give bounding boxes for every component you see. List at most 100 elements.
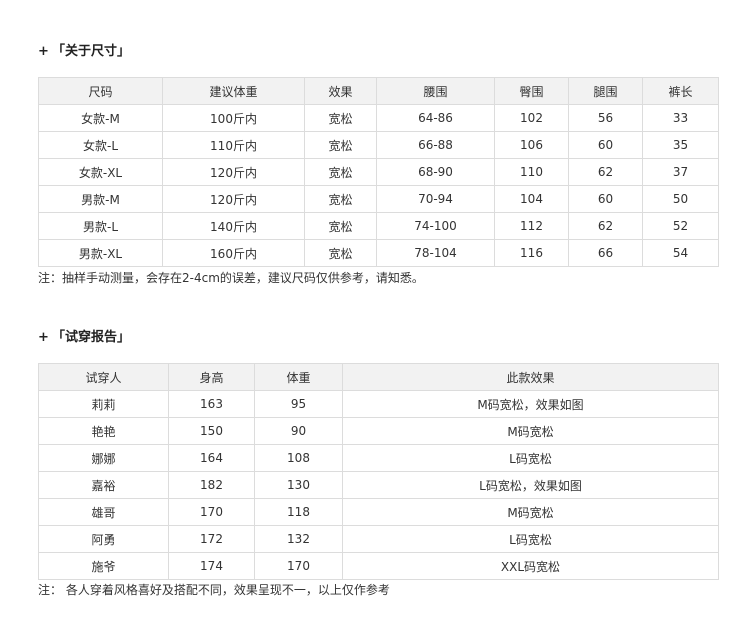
trial-table-cell: 170	[168, 498, 255, 526]
size-table-cell: 女款-L	[38, 131, 163, 159]
table-row: 男款-L 140斤内 宽松 74-100 112 62 52	[38, 212, 719, 240]
size-table-cell: 33	[642, 104, 719, 132]
size-table-cell: 35	[642, 131, 719, 159]
size-table: 尺码 建议体重 效果 腰围 臀围 腿围 裤长 女款-M 100斤内 宽松 64-86 102 56 33…	[38, 77, 719, 267]
trial-table-cell: 嘉裕	[38, 471, 169, 499]
trial-table-cell: 108	[254, 444, 343, 472]
size-table-cell: 宽松	[304, 212, 377, 240]
trial-table-cell: 施爷	[38, 552, 169, 580]
size-table-header-cell: 腿围	[568, 77, 643, 105]
trial-table-cell: L码宽松，效果如图	[342, 471, 719, 499]
size-table-cell: 160斤内	[162, 239, 305, 267]
size-table-cell: 37	[642, 158, 719, 186]
size-table-cell: 100斤内	[162, 104, 305, 132]
size-table-header-cell: 臀围	[494, 77, 569, 105]
size-table-cell: 宽松	[304, 239, 377, 267]
trial-table-cell: 150	[168, 417, 255, 445]
size-table-cell: 110	[494, 158, 569, 186]
trial-table-header-cell: 此款效果	[342, 363, 719, 391]
trial-table-header-row: 试穿人 身高 体重 此款效果	[38, 363, 719, 391]
trial-table-cell: 172	[168, 525, 255, 553]
size-table-cell: 宽松	[304, 131, 377, 159]
size-table-cell: 62	[568, 212, 643, 240]
size-table-header-cell: 效果	[304, 77, 377, 105]
size-table-cell: 男款-XL	[38, 239, 163, 267]
trial-table-header-cell: 身高	[168, 363, 255, 391]
size-section-title-text: 「关于尺寸」	[52, 44, 131, 59]
size-table-cell: 116	[494, 239, 569, 267]
size-table-cell: 52	[642, 212, 719, 240]
size-table-cell: 男款-L	[38, 212, 163, 240]
trial-table-header-cell: 试穿人	[38, 363, 169, 391]
trial-table-cell: 132	[254, 525, 343, 553]
size-table-cell: 女款-M	[38, 104, 163, 132]
size-table-cell: 男款-M	[38, 185, 163, 213]
trial-section-title: + 「试穿报告」	[38, 330, 130, 346]
trial-table-cell: 174	[168, 552, 255, 580]
trial-table-cell: M码宽松，效果如图	[342, 390, 719, 418]
size-table-cell: 102	[494, 104, 569, 132]
trial-table-cell: L码宽松	[342, 444, 719, 472]
size-table-header-cell: 建议体重	[162, 77, 305, 105]
trial-table-header-cell: 体重	[254, 363, 343, 391]
size-table-cell: 66-88	[376, 131, 495, 159]
size-table-cell: 120斤内	[162, 158, 305, 186]
trial-section-title-text: 「试穿报告」	[52, 330, 131, 345]
trial-table-cell: 阿勇	[38, 525, 169, 553]
size-section-title: + 「关于尺寸」	[38, 44, 130, 60]
size-table-cell: 62	[568, 158, 643, 186]
table-row: 男款-XL 160斤内 宽松 78-104 116 66 54	[38, 239, 719, 267]
trial-table-cell: 90	[254, 417, 343, 445]
table-row: 雄哥 170 118 M码宽松	[38, 498, 719, 526]
size-note: 注：抽样手动测量，会存在2-4cm的误差，建议尺码仅供参考，请知悉。	[38, 271, 424, 285]
size-table-cell: 54	[642, 239, 719, 267]
size-table-cell: 女款-XL	[38, 158, 163, 186]
trial-note: 注： 各人穿着风格喜好及搭配不同，效果呈现不一，以上仅作参考	[38, 583, 390, 597]
trial-table-cell: L码宽松	[342, 525, 719, 553]
size-table-cell: 宽松	[304, 185, 377, 213]
plus-icon: +	[38, 330, 49, 345]
table-row: 莉莉 163 95 M码宽松，效果如图	[38, 390, 719, 418]
trial-table-cell: 娜娜	[38, 444, 169, 472]
size-table-cell: 66	[568, 239, 643, 267]
size-table-cell: 110斤内	[162, 131, 305, 159]
table-row: 施爷 174 170 XXL码宽松	[38, 552, 719, 580]
table-row: 女款-M 100斤内 宽松 64-86 102 56 33	[38, 104, 719, 132]
size-table-cell: 宽松	[304, 158, 377, 186]
size-table-cell: 120斤内	[162, 185, 305, 213]
trial-table-cell: M码宽松	[342, 498, 719, 526]
trial-table-cell: 164	[168, 444, 255, 472]
size-table-header-cell: 腰围	[376, 77, 495, 105]
table-row: 男款-M 120斤内 宽松 70-94 104 60 50	[38, 185, 719, 213]
plus-icon: +	[38, 44, 49, 59]
size-table-cell: 112	[494, 212, 569, 240]
size-table-cell: 宽松	[304, 104, 377, 132]
trial-table-cell: 95	[254, 390, 343, 418]
table-row: 娜娜 164 108 L码宽松	[38, 444, 719, 472]
size-table-cell: 64-86	[376, 104, 495, 132]
size-table-cell: 60	[568, 131, 643, 159]
size-table-cell: 68-90	[376, 158, 495, 186]
size-table-cell: 74-100	[376, 212, 495, 240]
trial-table-cell: 雄哥	[38, 498, 169, 526]
table-row: 嘉裕 182 130 L码宽松，效果如图	[38, 471, 719, 499]
trial-table-cell: M码宽松	[342, 417, 719, 445]
size-table-cell: 60	[568, 185, 643, 213]
size-table-cell: 56	[568, 104, 643, 132]
trial-table-cell: 艳艳	[38, 417, 169, 445]
table-row: 艳艳 150 90 M码宽松	[38, 417, 719, 445]
size-table-header-cell: 尺码	[38, 77, 163, 105]
size-table-cell: 70-94	[376, 185, 495, 213]
size-table-header-cell: 裤长	[642, 77, 719, 105]
size-table-cell: 50	[642, 185, 719, 213]
size-table-cell: 78-104	[376, 239, 495, 267]
trial-table-cell: XXL码宽松	[342, 552, 719, 580]
size-table-cell: 140斤内	[162, 212, 305, 240]
trial-table-cell: 130	[254, 471, 343, 499]
trial-table-cell: 163	[168, 390, 255, 418]
table-row: 女款-L 110斤内 宽松 66-88 106 60 35	[38, 131, 719, 159]
trial-table-cell: 170	[254, 552, 343, 580]
size-table-cell: 106	[494, 131, 569, 159]
table-row: 阿勇 172 132 L码宽松	[38, 525, 719, 553]
trial-table-cell: 182	[168, 471, 255, 499]
